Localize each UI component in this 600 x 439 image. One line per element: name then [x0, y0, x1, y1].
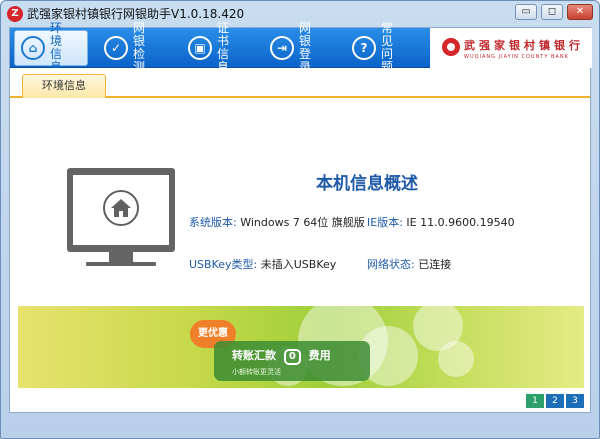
- promo-headline-right: 费用: [308, 349, 331, 362]
- usbkey-type-value: 未插入USBKey: [260, 258, 337, 271]
- promo-subline: 小额转账更灵活: [232, 368, 281, 376]
- nav-item-label: 网银登录: [299, 21, 317, 74]
- promo-headline: 转账汇款 0 费用: [232, 347, 331, 365]
- bank-name: 武强家银村镇银行: [464, 39, 584, 52]
- network-row: 网络状态: 已连接: [367, 256, 451, 272]
- certificate-icon: ▣: [188, 36, 212, 60]
- monitor-stand: [109, 252, 133, 262]
- minimize-button[interactable]: ▭: [515, 4, 537, 20]
- promo-headline-left: 转账汇款: [232, 349, 276, 362]
- tab-environment-info[interactable]: 环境信息: [22, 74, 106, 98]
- app-logo-icon: Z: [7, 6, 23, 22]
- monitor-base: [86, 262, 156, 266]
- ie-version-row: IE版本: IE 11.0.9600.19540: [367, 214, 515, 230]
- page-button-2[interactable]: 2: [546, 394, 564, 408]
- app-window: Z 武强家银村镇银行网银助手V1.0.18.420 ▭ ◻ ✕ ⌂ 环境信息 ✓…: [0, 0, 600, 439]
- house-shape: [111, 199, 131, 217]
- nav-item-check[interactable]: ✓ 网银检测: [98, 22, 172, 74]
- nav-item-label: 环境信息: [50, 21, 68, 74]
- nav-item-certificate[interactable]: ▣ 证书信息: [182, 22, 256, 74]
- usbkey-row: USBKey类型: 未插入USBKey: [189, 256, 336, 272]
- nav-item-environment[interactable]: ⌂ 环境信息: [14, 22, 88, 74]
- promo-banner[interactable]: 更优惠 转账汇款 0 费用 小额转账更灵活: [18, 306, 584, 388]
- computer-monitor-icon: [67, 168, 175, 252]
- info-title: 本机信息概述: [316, 174, 418, 194]
- nav-bar: ⌂ 环境信息 ✓ 网银检测 ▣ 证书信息 ⇥ 网银登录 ? 常见问题: [10, 22, 430, 74]
- nav-item-login[interactable]: ⇥ 网银登录: [264, 22, 338, 74]
- ie-version-label: IE版本:: [367, 216, 403, 229]
- home-icon: [103, 190, 139, 226]
- bank-logo-icon: [442, 38, 460, 56]
- nav-item-faq[interactable]: ? 常见问题: [346, 22, 420, 74]
- os-version-label: 系统版本:: [189, 216, 237, 229]
- login-icon: ⇥: [270, 36, 294, 60]
- page-button-3[interactable]: 3: [566, 394, 584, 408]
- banner-pager: 1 2 3: [526, 394, 584, 408]
- main-panel: ⌂ 环境信息 ✓ 网银检测 ▣ 证书信息 ⇥ 网银登录 ? 常见问题 武强家银村…: [9, 22, 592, 413]
- os-version-row: 系统版本: Windows 7 64位 旗舰版: [189, 214, 365, 230]
- os-version-value: Windows 7 64位 旗舰版: [240, 216, 365, 229]
- monitor-screen: [73, 175, 169, 245]
- tab-strip: 环境信息: [10, 68, 590, 98]
- usbkey-type-label: USBKey类型:: [189, 258, 258, 271]
- nav-item-label: 证书信息: [217, 21, 235, 74]
- page-button-1[interactable]: 1: [526, 394, 544, 408]
- bank-brand: 武强家银村镇银行 WUQIANG JIAYIN COUNTY BANK: [430, 28, 592, 68]
- window-title: 武强家银村镇银行网银助手V1.0.18.420: [27, 7, 245, 21]
- nav-item-label: 常见问题: [381, 21, 399, 74]
- network-status-label: 网络状态:: [367, 258, 415, 271]
- question-icon: ?: [352, 36, 376, 60]
- home-icon: ⌂: [21, 36, 45, 60]
- close-button[interactable]: ✕: [567, 4, 593, 20]
- promo-headline-mark: 0: [283, 349, 301, 365]
- bank-subtitle: WUQIANG JIAYIN COUNTY BANK: [464, 54, 569, 60]
- bokeh-light: [438, 341, 474, 377]
- promo-message: 转账汇款 0 费用 小额转账更灵活: [214, 341, 370, 381]
- network-status-value: 已连接: [418, 258, 452, 271]
- ie-version-value: IE 11.0.9600.19540: [406, 216, 515, 229]
- nav-item-label: 网银检测: [133, 21, 151, 74]
- check-icon: ✓: [104, 36, 128, 60]
- restore-button[interactable]: ◻: [541, 4, 563, 20]
